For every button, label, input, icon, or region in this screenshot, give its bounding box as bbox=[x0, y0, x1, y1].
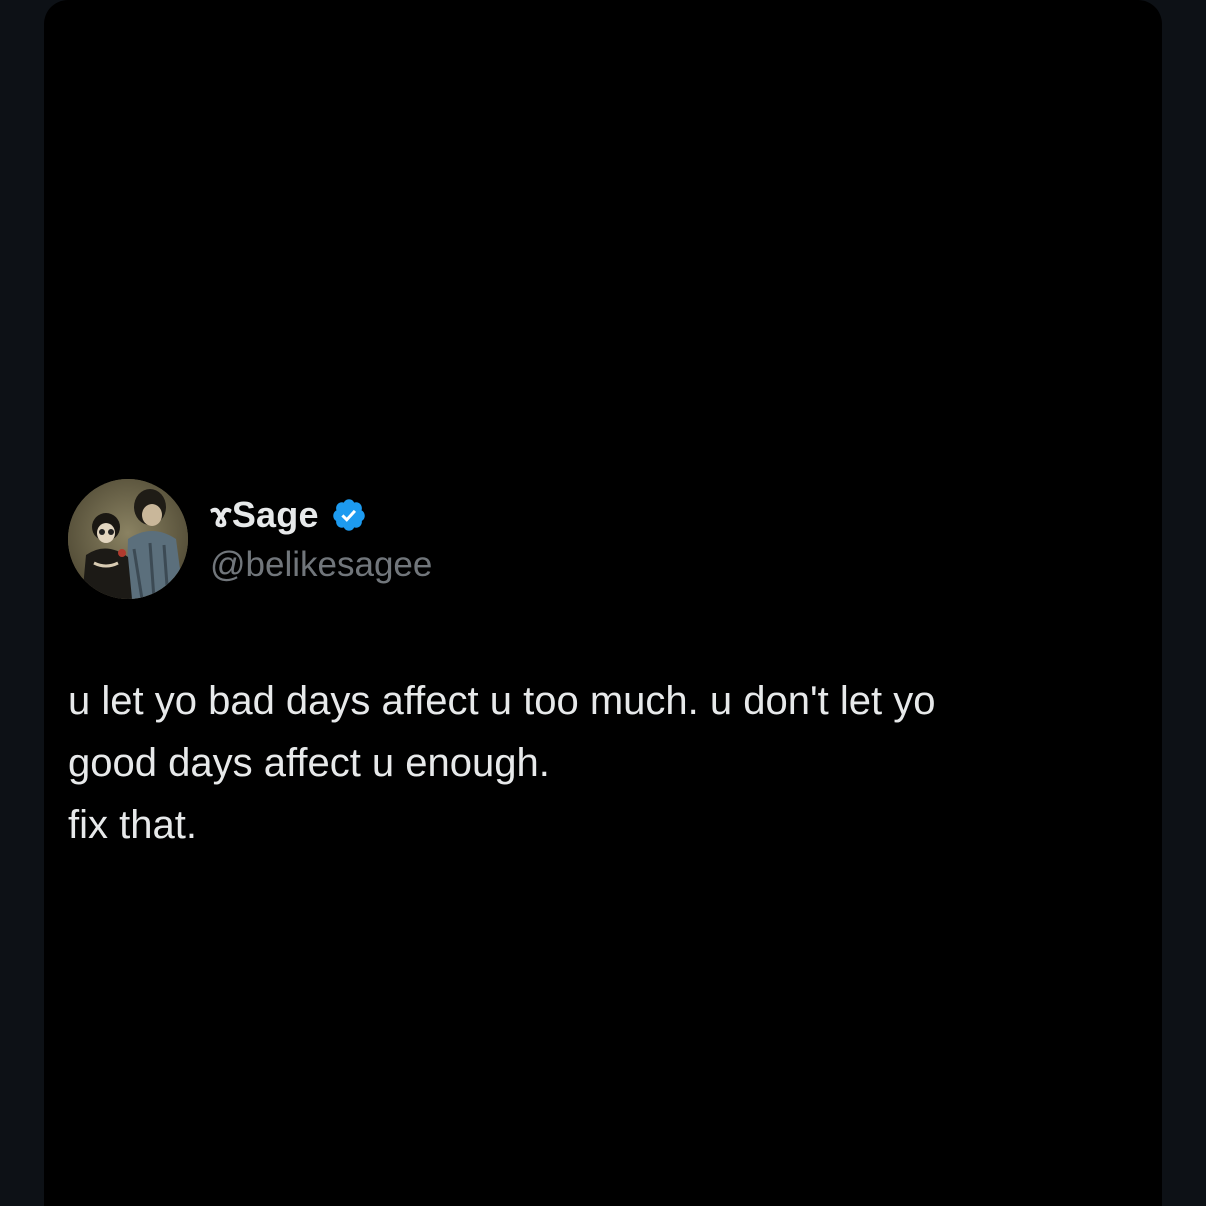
screen: ɤSage @belikesagee u let yo bad days aff… bbox=[0, 0, 1206, 1206]
tweet[interactable]: ɤSage @belikesagee u let yo bad days aff… bbox=[68, 478, 1128, 856]
author-name-row: ɤSage bbox=[210, 492, 432, 538]
tweet-text: u let yo bad days affect u too much. u d… bbox=[68, 679, 936, 847]
author-handle[interactable]: @belikesagee bbox=[210, 544, 432, 586]
author-names: ɤSage @belikesagee bbox=[210, 492, 432, 586]
tweet-card: ɤSage @belikesagee u let yo bad days aff… bbox=[44, 0, 1162, 1206]
tweet-header: ɤSage @belikesagee bbox=[68, 478, 1128, 600]
verified-badge-icon bbox=[331, 497, 367, 533]
display-name[interactable]: ɤSage bbox=[210, 494, 319, 536]
avatar-photo-icon bbox=[68, 479, 188, 599]
avatar[interactable] bbox=[68, 479, 188, 599]
